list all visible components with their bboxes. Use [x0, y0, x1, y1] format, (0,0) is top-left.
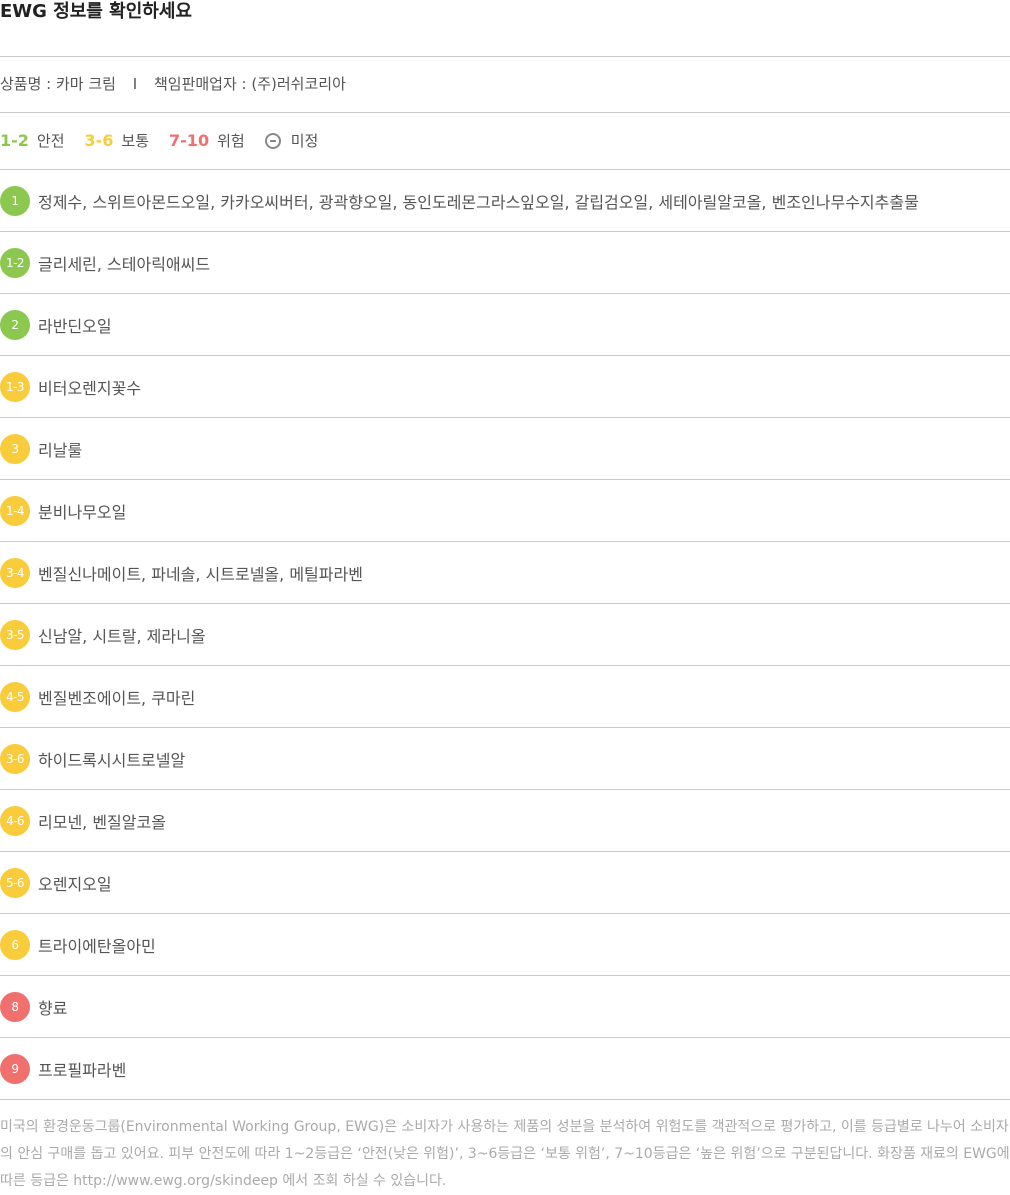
legend-moderate-range: 3-6 [84, 131, 114, 150]
ingredient-names: 리날룰 [38, 440, 83, 460]
legend-high-range: 7-10 [169, 131, 210, 150]
ingredient-row: 4-5 벤질벤조에이트, 쿠마린 [0, 666, 1010, 728]
ingredient-row: 3 리날룰 [0, 418, 1010, 480]
grade-badge: 3-4 [0, 557, 30, 588]
info-separator: I [132, 75, 138, 93]
ingredient-row: 1 정제수, 스위트아몬드오일, 카카오씨버터, 광곽향오일, 동인도레몬그라스… [0, 170, 1010, 232]
ingredient-row: 6 트라이에탄올아민 [0, 914, 1010, 976]
grade-badge: 5-6 [0, 867, 30, 898]
ingredient-row: 4-6 리모넨, 벤질알코올 [0, 790, 1010, 852]
legend-safe-label: 안전 [36, 132, 65, 150]
ingredient-names: 글리세린, 스테아릭애씨드 [38, 254, 211, 274]
ingredient-names: 라반딘오일 [38, 316, 112, 336]
ingredient-names: 벤질신나메이트, 파네솔, 시트로넬올, 메틸파라벤 [38, 564, 363, 584]
legend-moderate-label: 보통 [121, 132, 150, 150]
grade-badge: 3-6 [0, 743, 30, 774]
ingredient-list: 1 정제수, 스위트아몬드오일, 카카오씨버터, 광곽향오일, 동인도레몬그라스… [0, 170, 1010, 1100]
ingredient-row: 8 향료 [0, 976, 1010, 1038]
legend-safe-range: 1-2 [0, 131, 29, 150]
ingredient-row: 9 프로필파라벤 [0, 1038, 1010, 1100]
ingredient-names: 향료 [38, 998, 68, 1018]
ingredient-row: 3-5 신남알, 시트랄, 제라니올 [0, 604, 1010, 666]
grade-badge: 3-5 [0, 619, 30, 650]
ingredient-row: 1-3 비터오렌지꽃수 [0, 356, 1010, 418]
page-title: EWG 정보를 확인하세요 [0, 1, 192, 22]
ingredient-row: 3-4 벤질신나메이트, 파네솔, 시트로넬올, 메틸파라벤 [0, 542, 1010, 604]
ingredient-names: 오렌지오일 [38, 874, 112, 894]
ingredient-names: 비터오렌지꽃수 [38, 378, 142, 398]
ingredient-names: 트라이에탄올아민 [38, 936, 156, 956]
ingredient-names: 분비나무오일 [38, 502, 127, 522]
grade-badge: 4-6 [0, 805, 30, 836]
grade-badge: 4-5 [0, 681, 30, 712]
grade-badge: 8 [0, 991, 30, 1022]
ingredient-names: 프로필파라벤 [38, 1060, 127, 1080]
product-info: 상품명 : 카마 크림 I 책임판매업자 : (주)러쉬코리아 [0, 57, 346, 111]
grade-badge: 6 [0, 929, 30, 960]
grade-badge: 1-3 [0, 371, 30, 402]
ingredient-names: 정제수, 스위트아몬드오일, 카카오씨버터, 광곽향오일, 동인도레몬그라스잎오… [38, 192, 919, 212]
ingredient-row: 1-2 글리세린, 스테아릭애씨드 [0, 232, 1010, 294]
ingredient-row: 3-6 하이드록시시트로넬알 [0, 728, 1010, 790]
ingredient-names: 하이드록시시트로넬알 [38, 750, 186, 770]
ingredient-row: 5-6 오렌지오일 [0, 852, 1010, 914]
responsible-seller: 책임판매업자 : (주)러쉬코리아 [153, 75, 346, 93]
ingredient-row: 2 라반딘오일 [0, 294, 1010, 356]
ingredient-names: 리모넨, 벤질알코올 [38, 812, 166, 832]
grade-badge: 1-4 [0, 495, 30, 526]
grade-badge: 9 [0, 1053, 30, 1084]
ewg-footnote: 미국의 환경운동그룹(Environmental Working Group, … [0, 1119, 1010, 1189]
product-name: 상품명 : 카마 크림 [0, 75, 116, 93]
grade-legend: 1-2 안전 3-6 보통 7-10 위험 미정 [0, 113, 338, 169]
ingredient-names: 벤질벤조에이트, 쿠마린 [38, 688, 196, 708]
ingredient-names: 신남알, 시트랄, 제라니올 [38, 626, 206, 646]
minus-circle-icon [264, 133, 281, 149]
legend-undecided-label: 미정 [290, 132, 319, 150]
grade-badge: 2 [0, 309, 30, 340]
ingredient-row: 1-4 분비나무오일 [0, 480, 1010, 542]
legend-high-label: 위험 [217, 132, 245, 150]
grade-badge: 3 [0, 433, 30, 464]
grade-badge: 1 [0, 185, 30, 216]
grade-badge: 1-2 [0, 247, 30, 278]
